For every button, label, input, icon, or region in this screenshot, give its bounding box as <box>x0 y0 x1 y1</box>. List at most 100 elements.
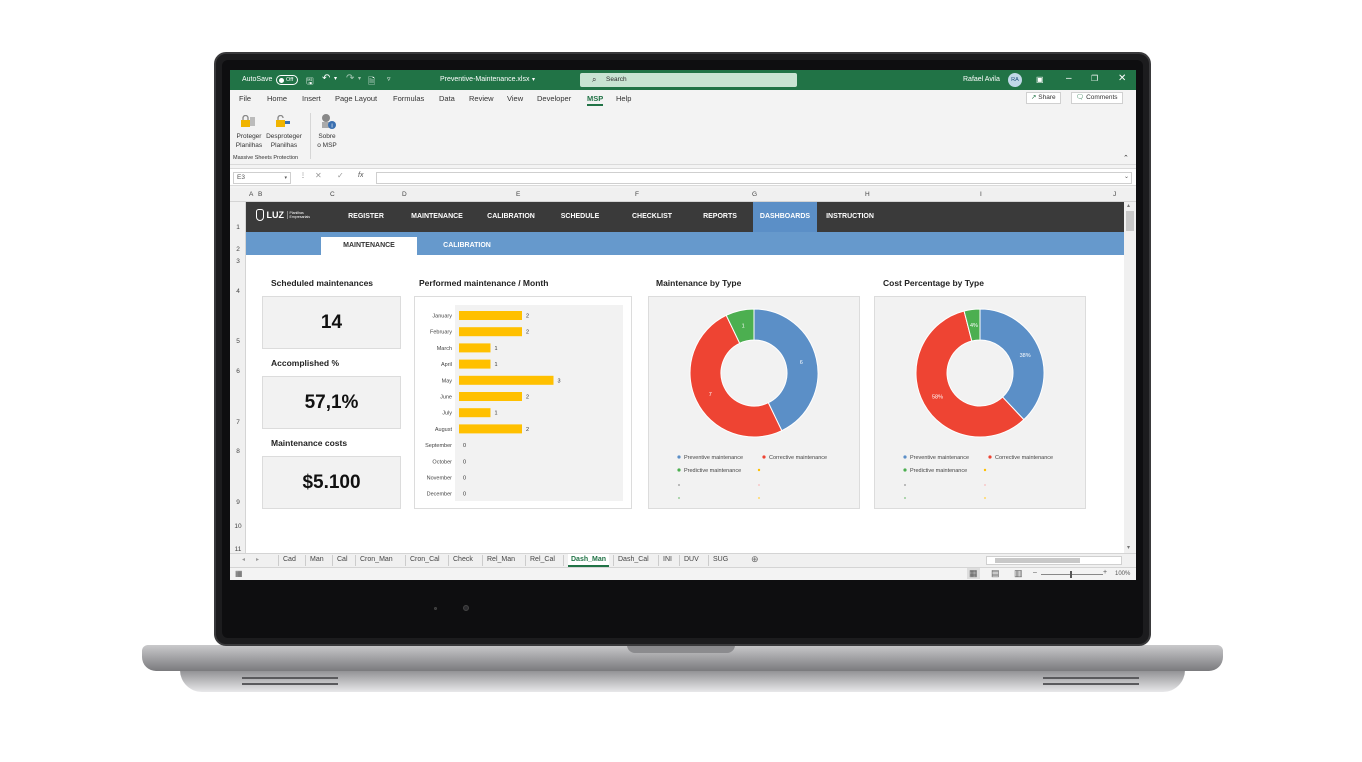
next-sheet-icon[interactable]: ▸ <box>256 556 259 563</box>
sheet-tab-dash-cal[interactable]: Dash_Cal <box>618 556 649 563</box>
tab-insert[interactable]: Insert <box>302 94 321 103</box>
cancel-icon[interactable]: ✕ <box>315 171 322 180</box>
sheet-tab-rel-cal[interactable]: Rel_Cal <box>530 556 555 563</box>
tab-file[interactable]: File <box>239 94 251 103</box>
function-icon[interactable]: fx <box>358 172 363 179</box>
save-icon[interactable]: 🖫 <box>306 74 314 90</box>
tab-help[interactable]: Help <box>616 94 631 103</box>
expand-formula-icon[interactable]: ⌄ <box>1124 173 1129 180</box>
customize-toolbar-icon[interactable]: ▿ <box>387 75 391 83</box>
column-header[interactable]: H <box>865 191 870 198</box>
scroll-down-icon[interactable]: ▾ <box>1127 544 1130 551</box>
user-name[interactable]: Rafael Avila <box>963 76 1000 83</box>
avatar[interactable]: RA <box>1008 73 1022 87</box>
row-header[interactable]: 10 <box>230 523 246 530</box>
title-dropdown-icon[interactable]: ▾ <box>532 76 535 83</box>
subtab-maintenance[interactable]: MAINTENANCE <box>321 237 417 255</box>
vertical-scrollbar[interactable]: ▴ ▾ <box>1124 202 1136 553</box>
tab-msp[interactable]: MSP <box>587 94 604 106</box>
protect-sheets-button[interactable]: Proteger Planilhas <box>234 132 264 150</box>
sheet-tab-cron-cal[interactable]: Cron_Cal <box>410 556 440 563</box>
column-header[interactable]: D <box>402 191 407 198</box>
row-header[interactable]: 2 <box>230 246 246 253</box>
nav-register[interactable]: REGISTER <box>332 202 400 232</box>
sheet-tab-sug[interactable]: SUG <box>713 556 728 563</box>
name-box[interactable]: E3 ▾ <box>233 172 291 184</box>
restore-icon[interactable]: ❐ <box>1091 74 1098 83</box>
sheet-tab-cron-man[interactable]: Cron_Man <box>360 556 393 563</box>
subtab-calibration[interactable]: CALIBRATION <box>419 237 515 255</box>
sheet-tab-ini[interactable]: INI <box>663 556 672 563</box>
row-header[interactable]: 3 <box>230 258 246 265</box>
scroll-up-icon[interactable]: ▴ <box>1127 202 1130 209</box>
sheet-tab-duv[interactable]: DUV <box>684 556 699 563</box>
column-header[interactable]: E <box>516 191 520 198</box>
bar-chart-box[interactable]: January 2 February 2 March 1 April 1 May 3 June 2 Ju… <box>414 296 632 509</box>
unprotect-sheets-button[interactable]: Desproteger Planilhas <box>264 132 304 150</box>
h-scroll-thumb[interactable] <box>995 558 1080 563</box>
sheet-tab-dash-man[interactable]: Dash_Man <box>568 554 610 567</box>
row-header[interactable]: 1 <box>230 224 246 231</box>
document-title[interactable]: Preventive-Maintenance.xlsx <box>440 76 530 83</box>
row-header[interactable]: 8 <box>230 448 246 455</box>
nav-reports[interactable]: REPORTS <box>686 202 754 232</box>
autosave-toggle[interactable]: Off <box>276 75 298 85</box>
sheet-tab-rel-man[interactable]: Rel_Man <box>487 556 515 563</box>
about-icon[interactable]: i <box>319 112 337 130</box>
normal-view-icon[interactable]: ▦ <box>967 568 980 579</box>
nav-maintenance[interactable]: MAINTENANCE <box>404 202 470 232</box>
minimize-icon[interactable]: – <box>1066 73 1072 84</box>
collapse-ribbon-icon[interactable]: ⌃ <box>1123 154 1129 163</box>
zoom-slider-thumb[interactable] <box>1070 571 1072 578</box>
zoom-out-icon[interactable]: – <box>1033 569 1037 576</box>
redo-icon[interactable]: ↷ <box>346 73 354 84</box>
scroll-thumb[interactable] <box>1126 211 1134 231</box>
donut2-box[interactable]: 38% 58% 4% Preventive maintenance Corrective… <box>874 296 1086 509</box>
undo-dropdown-icon[interactable]: ▾ <box>334 75 337 82</box>
nav-schedule[interactable]: SCHEDULE <box>548 202 612 232</box>
nav-checklist[interactable]: CHECKLIST <box>618 202 686 232</box>
worksheet-grid[interactable]: LUZ Planilhas Empresariais REGISTER MAIN… <box>246 202 1124 553</box>
row-header[interactable]: 7 <box>230 419 246 426</box>
tab-formulas[interactable]: Formulas <box>393 94 424 103</box>
donut1-box[interactable]: 6 7 1 Preventive maintenance Corrective main… <box>648 296 860 509</box>
macro-record-icon[interactable]: ▦ <box>235 569 243 578</box>
tab-data[interactable]: Data <box>439 94 455 103</box>
nav-dashboards[interactable]: DASHBOARDS <box>753 202 817 232</box>
about-msp-button[interactable]: Sobre o MSP <box>312 132 342 150</box>
zoom-in-icon[interactable]: + <box>1103 569 1107 576</box>
enter-icon[interactable]: ✓ <box>337 171 344 180</box>
share-button[interactable]: ↗ Share <box>1026 92 1061 104</box>
sheet-tab-cal[interactable]: Cal <box>337 556 348 563</box>
column-header[interactable]: A <box>249 191 253 198</box>
lock-icon[interactable] <box>240 115 256 128</box>
zoom-slider[interactable] <box>1041 574 1103 575</box>
row-header[interactable]: 4 <box>230 288 246 295</box>
add-sheet-icon[interactable]: ⊕ <box>751 554 759 565</box>
formula-input[interactable] <box>376 172 1132 184</box>
tab-view[interactable]: View <box>507 94 523 103</box>
row-header[interactable]: 6 <box>230 368 246 375</box>
close-icon[interactable]: ✕ <box>1118 73 1126 84</box>
page-break-view-icon[interactable]: ▥ <box>1014 568 1023 579</box>
column-header[interactable]: C <box>330 191 335 198</box>
undo-icon[interactable]: ↶ <box>322 73 330 84</box>
column-header[interactable]: J <box>1113 191 1116 198</box>
row-header[interactable]: 9 <box>230 499 246 506</box>
sheet-tab-cad[interactable]: Cad <box>283 556 296 563</box>
nav-instruction[interactable]: INSTRUCTION <box>818 202 882 232</box>
row-header[interactable]: 11 <box>230 546 246 553</box>
nav-calibration[interactable]: CALIBRATION <box>478 202 544 232</box>
tab-review[interactable]: Review <box>469 94 494 103</box>
file-icon[interactable]: 🗎 <box>368 74 375 90</box>
column-header[interactable]: I <box>980 191 982 198</box>
column-header[interactable]: B <box>258 191 262 198</box>
tab-home[interactable]: Home <box>267 94 287 103</box>
redo-dropdown-icon[interactable]: ▾ <box>358 75 361 82</box>
ribbon-display-icon[interactable]: ▣ <box>1036 75 1044 84</box>
column-header[interactable]: G <box>752 191 757 198</box>
zoom-level[interactable]: 100% <box>1115 571 1130 577</box>
sheet-tab-check[interactable]: Check <box>453 556 473 563</box>
prev-sheet-icon[interactable]: ◂ <box>242 556 245 563</box>
page-layout-view-icon[interactable]: ▤ <box>991 568 1000 579</box>
